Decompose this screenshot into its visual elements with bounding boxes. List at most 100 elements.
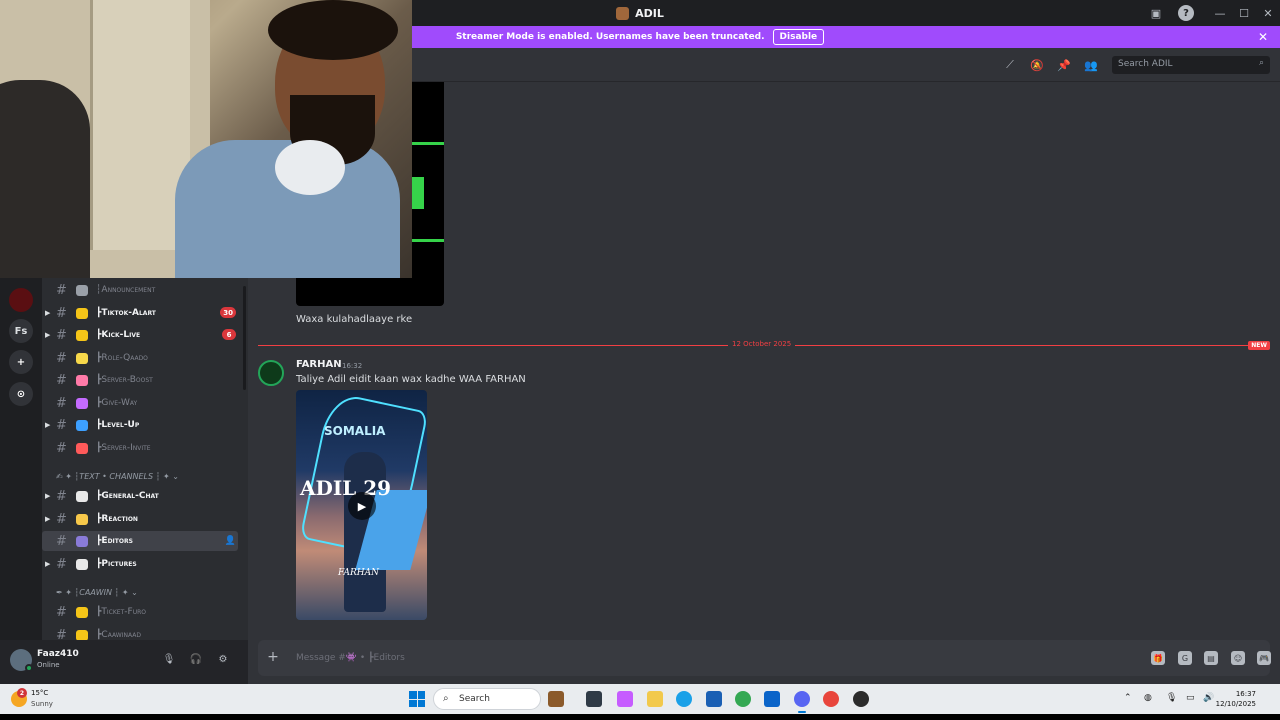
hash-icon: # <box>56 533 67 549</box>
embed-green-line-bottom <box>412 239 444 242</box>
video-attachment[interactable]: SOMALIA ADIL 29 ▶ FARHAN <box>296 390 427 620</box>
tray-display-icon[interactable]: ▭ <box>1186 693 1195 703</box>
mic-icon[interactable]: 🎙 <box>162 652 176 666</box>
browser-app-icon[interactable] <box>823 691 839 707</box>
store-icon[interactable] <box>706 691 722 707</box>
weather-temperature[interactable]: 15°C <box>31 689 48 697</box>
members-icon[interactable]: 👥 <box>1084 58 1098 72</box>
channel-give-way[interactable]: # ┣Give-Way <box>42 393 238 413</box>
server-icon <box>616 6 630 20</box>
taskbar-clock[interactable]: 16:37 12/10/2025 <box>1216 689 1256 709</box>
server-icon-adil[interactable] <box>9 288 33 312</box>
message-timestamp: 16:32 <box>342 362 363 370</box>
channel-emoji-icon <box>76 307 88 319</box>
headphones-icon[interactable]: 🎧 <box>189 652 203 666</box>
message-author[interactable]: FARHAN <box>296 359 342 370</box>
apps-icon[interactable]: 🎮 <box>1257 651 1271 665</box>
file-explorer-icon[interactable] <box>647 691 663 707</box>
gift-icon[interactable]: 🎁 <box>1151 651 1165 665</box>
category-text-channels[interactable]: ✍ ✦ ┆TEXT • CHANNELS ┆ ✦ ⌄ <box>56 472 179 481</box>
channel-role-qaado[interactable]: # ┣Role-Qaado <box>42 348 238 368</box>
embed-green-line-top <box>412 142 444 145</box>
channel-name: ┣Server-Boost <box>96 375 153 385</box>
channel-pictures[interactable]: ▶ # ┣Pictures <box>42 554 238 574</box>
pin-icon[interactable]: 📌 <box>1057 58 1071 72</box>
banner-close-icon[interactable]: ✕ <box>1258 30 1268 44</box>
window-title: ADIL <box>616 6 664 20</box>
hash-icon: # <box>56 511 67 527</box>
channel-server-boost[interactable]: # ┣Server-Boost <box>42 370 238 390</box>
close-icon[interactable]: ✕ <box>1256 0 1280 26</box>
inbox-icon[interactable]: ▣ <box>1148 5 1164 21</box>
hash-icon: # <box>56 372 67 388</box>
channel-announcement[interactable]: # ┆Announcement <box>42 280 238 300</box>
taskbar-search[interactable]: ⌕ Search <box>433 688 541 710</box>
channel-name: ┣Editors <box>96 536 133 546</box>
minimize-icon[interactable]: — <box>1208 0 1232 26</box>
channel-tiktok-alart[interactable]: ▶ # ┣Tiktok-Alart 30 <box>42 303 238 323</box>
channel-level-up[interactable]: ▶ # ┣Level-Up <box>42 415 238 435</box>
webcam-person-left <box>0 80 90 278</box>
channel-emoji-icon <box>76 329 88 341</box>
hash-icon: # <box>56 604 67 620</box>
weather-badge: 2 <box>17 688 27 698</box>
chrome-icon[interactable] <box>735 691 751 707</box>
help-icon[interactable]: ? <box>1178 5 1194 21</box>
channel-caawinaad[interactable]: # ┣Caawinaad <box>42 625 238 640</box>
channel-editors[interactable]: # ┣Editors 👤 <box>42 531 238 551</box>
channel-emoji-icon <box>76 397 88 409</box>
search-icon: ⌕ <box>1258 58 1264 68</box>
hash-icon: # <box>56 350 67 366</box>
username[interactable]: Faaz410 <box>37 649 79 659</box>
start-icon[interactable] <box>409 691 425 707</box>
bottom-edge <box>0 714 1280 720</box>
channel-name: ┣General-Chat <box>96 491 159 501</box>
channel-reaction[interactable]: ▶ # ┣Reaction <box>42 509 238 529</box>
channel-ticket-furo[interactable]: # ┣Ticket-Furo <box>42 602 238 622</box>
emoji-icon[interactable]: ☺ <box>1231 651 1245 665</box>
copilot-icon[interactable] <box>617 691 633 707</box>
channel-server-invite[interactable]: # ┣Server-Invite <box>42 438 238 458</box>
attach-plus-icon[interactable]: + <box>265 649 281 665</box>
task-view-icon[interactable] <box>586 691 602 707</box>
discover-icon[interactable]: ⊙ <box>9 382 33 406</box>
channel-name: ┣Pictures <box>96 559 137 569</box>
sidebar-scrollbar[interactable] <box>243 286 246 390</box>
settings-icon[interactable]: ⚙ <box>216 652 230 666</box>
channel-kick-live[interactable]: ▶ # ┣Kick-Live 6 <box>42 325 238 345</box>
online-status-dot <box>25 664 33 672</box>
message-composer[interactable]: + Message #👾 • ┣Editors 🎁 G ▤ ☺ 🎮 <box>258 640 1271 676</box>
play-icon[interactable]: ▶ <box>348 492 376 520</box>
notification-bell-muted-icon[interactable]: 🔕 <box>1030 58 1044 72</box>
maximize-icon[interactable]: ☐ <box>1232 0 1256 26</box>
new-badge: NEW <box>1248 341 1270 350</box>
sticker-icon[interactable]: ▤ <box>1204 651 1218 665</box>
add-server-icon[interactable]: + <box>9 350 33 374</box>
channel-name: ┣Give-Way <box>96 398 138 408</box>
edge-icon[interactable] <box>676 691 692 707</box>
tray-volume-icon[interactable]: 🔊 <box>1203 693 1214 703</box>
invite-member-icon[interactable]: 👤 <box>225 536 236 546</box>
channel-emoji-icon <box>76 442 88 454</box>
server-icon-fs[interactable]: Fs <box>9 319 33 343</box>
tray-chevron-icon[interactable]: ⌃ <box>1124 693 1132 703</box>
category-caawin[interactable]: ✒ ✦ ┆CAAWIN ┆ ✦ ⌄ <box>56 588 138 597</box>
channel-name: ┣Ticket-Furo <box>96 607 146 617</box>
tray-mic-icon[interactable]: 🎙 <box>1166 693 1177 703</box>
window-title-text: ADIL <box>635 6 664 20</box>
search-input[interactable]: Search ADIL ⌕ <box>1112 56 1270 74</box>
new-messages-divider: 12 October 2025 NEW <box>258 340 1270 350</box>
discord-taskbar-icon[interactable] <box>794 691 810 713</box>
gif-icon[interactable]: G <box>1178 651 1192 665</box>
unread-arrow-icon: ▶ <box>45 421 51 429</box>
widgets-app-icon[interactable] <box>548 691 564 707</box>
threads-icon[interactable]: ⟋ <box>1003 58 1017 72</box>
weather-condition[interactable]: Sunny <box>31 700 53 708</box>
hash-icon: # <box>56 440 67 456</box>
message-avatar[interactable] <box>258 360 284 386</box>
media-app-icon[interactable] <box>853 691 869 707</box>
tray-network-icon[interactable]: ◍ <box>1144 693 1152 703</box>
disable-streamer-button[interactable]: Disable <box>772 29 825 45</box>
outlook-icon[interactable] <box>764 691 780 707</box>
channel-general-chat[interactable]: ▶ # ┣General-Chat <box>42 486 238 506</box>
